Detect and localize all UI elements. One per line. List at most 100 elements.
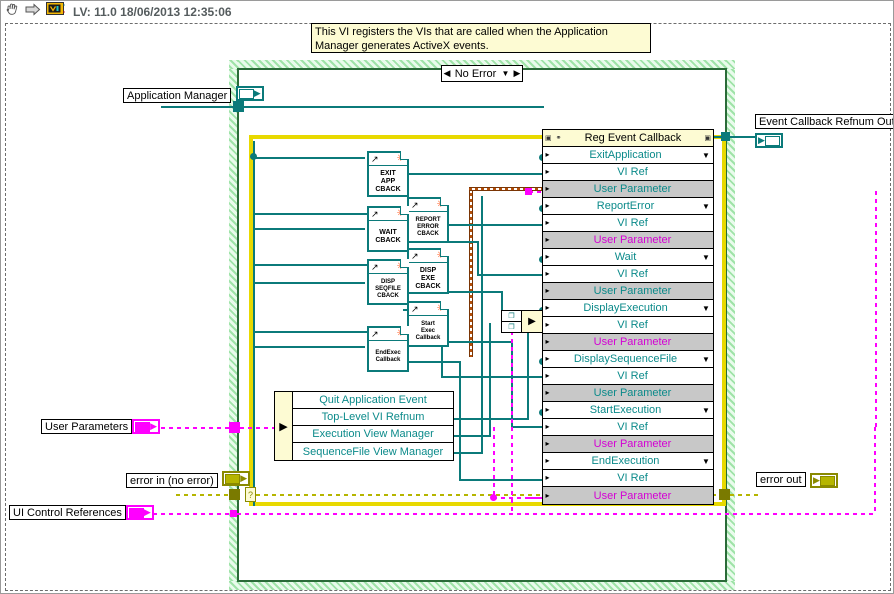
vi-icon-wait-cback[interactable]: ↗ ✳ WAIT CBACK (367, 206, 409, 252)
input-terminal: ▸ (545, 184, 550, 193)
control-ui-control-references[interactable]: UI Control References ▶ (9, 505, 154, 520)
user-parameter-label: User Parameter (593, 183, 672, 195)
user-parameter-row[interactable]: ▸ User Parameter (543, 181, 713, 198)
chevron-down-icon[interactable]: ▼ (499, 69, 512, 78)
vi-icon-corner (400, 259, 409, 268)
terminal-error-in[interactable]: ▶ (222, 471, 251, 486)
chevron-down-icon[interactable]: ▼ (699, 304, 713, 313)
vi-ref-label: VI Ref (617, 472, 648, 484)
wire-error-out (730, 494, 758, 496)
vi-icon-corner (440, 197, 449, 206)
case-selector-label: No Error (454, 67, 497, 80)
callback-arrow-icon: ↗ (411, 199, 419, 210)
unbundle-field[interactable]: Top-Level VI Refnum (293, 409, 453, 426)
reg-event-callback-node[interactable]: ▣ ⚭ Reg Event Callback ▣ ▸ ExitApplicati… (542, 129, 714, 505)
case-prev-arrow[interactable]: ◀ (442, 68, 452, 79)
chevron-down-icon[interactable]: ▼ (699, 457, 713, 466)
terminal-ui-control-references[interactable]: ▶ (125, 505, 154, 520)
block-diagram-window: LV: 11.0 18/06/2013 12:35:06 This VI reg… (0, 0, 894, 594)
wire-unb-exec-v (489, 323, 491, 436)
indicator-error-out[interactable]: error out ▶ (756, 470, 838, 488)
vi-icon-corner (400, 151, 409, 160)
wire-error-in (176, 494, 233, 496)
vi-icon-disp-exe-cback[interactable]: ↗ ✳ DISP EXE CBACK (407, 248, 449, 294)
user-parameter-row[interactable]: ▸ User Parameter (543, 283, 713, 300)
vi-ref-label: VI Ref (617, 217, 648, 229)
user-parameter-row[interactable]: ▸ User Parameter (543, 436, 713, 453)
control-application-manager[interactable]: Application Manager ▶ (123, 85, 264, 104)
chevron-down-icon[interactable]: ▼ (699, 406, 713, 415)
vi-icon-report-error-cback[interactable]: ↗ ✳ REPORT ERROR CBACK (407, 197, 449, 243)
event-row[interactable]: ▸ DisplaySequenceFile ▼ (543, 351, 713, 368)
vi-ref-row[interactable]: ▸ VI Ref (543, 266, 713, 283)
vi-ref-row[interactable]: ▸ VI Ref (543, 215, 713, 232)
event-row[interactable]: ▸ ExitApplication ▼ (543, 147, 713, 164)
vi-ref-row[interactable]: ▸ VI Ref (543, 164, 713, 181)
unbundle-field[interactable]: Execution View Manager (293, 426, 453, 443)
terminal-user-parameters[interactable]: ▶ (132, 419, 161, 434)
input-terminal: ▸ (545, 235, 550, 244)
terminal-error-out[interactable]: ▶ (810, 473, 838, 488)
control-user-parameters[interactable]: User Parameters ▶ (41, 419, 161, 434)
user-parameter-row[interactable]: ▸ User Parameter (543, 385, 713, 402)
event-name: ExitApplication (589, 149, 662, 161)
case-next-arrow[interactable]: ▶ (512, 68, 522, 79)
wire-unb-exec (453, 435, 491, 437)
vi-icon-disp-seqfile-cback[interactable]: ↗ ✳ DISP SEQFILE CBACK (367, 259, 409, 305)
indicator-event-callback-refnum-out[interactable]: Event Callback Refnum Out ▶ (755, 112, 893, 148)
terminal-application-manager[interactable]: ▶ (235, 86, 264, 101)
unbundle-field[interactable]: SequenceFile View Manager (293, 443, 453, 460)
run-arrow-icon[interactable] (25, 2, 41, 21)
vi-icon-exit-app-cback[interactable]: ↗ ✳ EXIT APP CBACK (367, 151, 409, 197)
chevron-down-icon[interactable]: ▼ (699, 253, 713, 262)
cluster-glyph (135, 421, 151, 432)
event-row[interactable]: ▸ EndExecution ▼ (543, 453, 713, 470)
wire-app-manager (161, 106, 239, 108)
chevron-down-icon[interactable]: ▼ (699, 355, 713, 364)
hand-cursor-icon[interactable] (5, 2, 20, 22)
event-row[interactable]: ▸ DisplayExecution ▼ (543, 300, 713, 317)
reg-event-callback-title: Reg Event Callback (584, 132, 682, 144)
vi-ref-row[interactable]: ▸ VI Ref (543, 470, 713, 487)
terminal-arrow-icon: ▶ (240, 473, 248, 483)
user-parameter-row[interactable]: ▸ User Parameter (543, 232, 713, 249)
control-error-in[interactable]: error in (no error) ▶ (126, 470, 251, 489)
unbundle-by-name-node[interactable]: ▶ Quit Application Event Top-Level VI Re… (274, 391, 454, 461)
user-parameter-label: User Parameter (593, 438, 672, 450)
case-selector-terminal[interactable]: ? (245, 487, 256, 502)
vi-ref-row[interactable]: ▸ VI Ref (543, 368, 713, 385)
terminal-arrow-icon: ▶ (150, 421, 158, 431)
refnum-pair-node[interactable]: ❐ ❐ ▶ (501, 310, 543, 333)
cluster-glyph (128, 507, 144, 518)
case-selector[interactable]: ◀ No Error ▼ ▶ (441, 65, 523, 82)
error-cluster-glyph (225, 473, 241, 484)
user-parameter-row[interactable]: ▸ User Parameter (543, 487, 713, 504)
user-parameter-row[interactable]: ▸ User Parameter (543, 334, 713, 351)
input-terminal: ▸ (545, 167, 550, 176)
vi-icon-start-exec-callback[interactable]: ↗ ✳ Start Exec Callback (407, 301, 449, 347)
vi-ref-row[interactable]: ▸ VI Ref (543, 317, 713, 334)
wire-am-to-cb7 (253, 346, 365, 348)
unbundle-field[interactable]: Quit Application Event (293, 392, 453, 409)
input-terminal: ▸ (545, 218, 550, 227)
input-terminal: ▸ (545, 422, 550, 431)
event-row[interactable]: ▸ ReportError ▼ (543, 198, 713, 215)
event-name: DisplayExecution (583, 302, 668, 314)
vi-icon-label: DISP EXE CBACK (415, 266, 441, 290)
vi-icon-label: REPORT ERROR CBACK (415, 217, 441, 237)
wire-callback-refnum-out-2 (730, 136, 756, 138)
labview-vi-icon[interactable] (45, 1, 65, 22)
wire-vi-ref-6c (511, 426, 543, 428)
input-terminal: ▸ (545, 371, 550, 380)
vi-icon-endexec-callback[interactable]: ↗ ✳ EndExec Callback (367, 326, 409, 372)
wire-user-params (153, 427, 235, 429)
input-terminal: ▸ (545, 269, 550, 278)
event-row[interactable]: ▸ Wait ▼ (543, 249, 713, 266)
terminal-event-callback-refnum-out[interactable]: ▶ (755, 133, 783, 148)
pair-node-input-top: ❐ (502, 311, 521, 322)
vi-ref-row[interactable]: ▸ VI Ref (543, 419, 713, 436)
chevron-down-icon[interactable]: ▼ (699, 202, 713, 211)
chevron-down-icon[interactable]: ▼ (699, 151, 713, 160)
event-row[interactable]: ▸ StartExecution ▼ (543, 402, 713, 419)
input-terminal: ▸ (545, 286, 550, 295)
